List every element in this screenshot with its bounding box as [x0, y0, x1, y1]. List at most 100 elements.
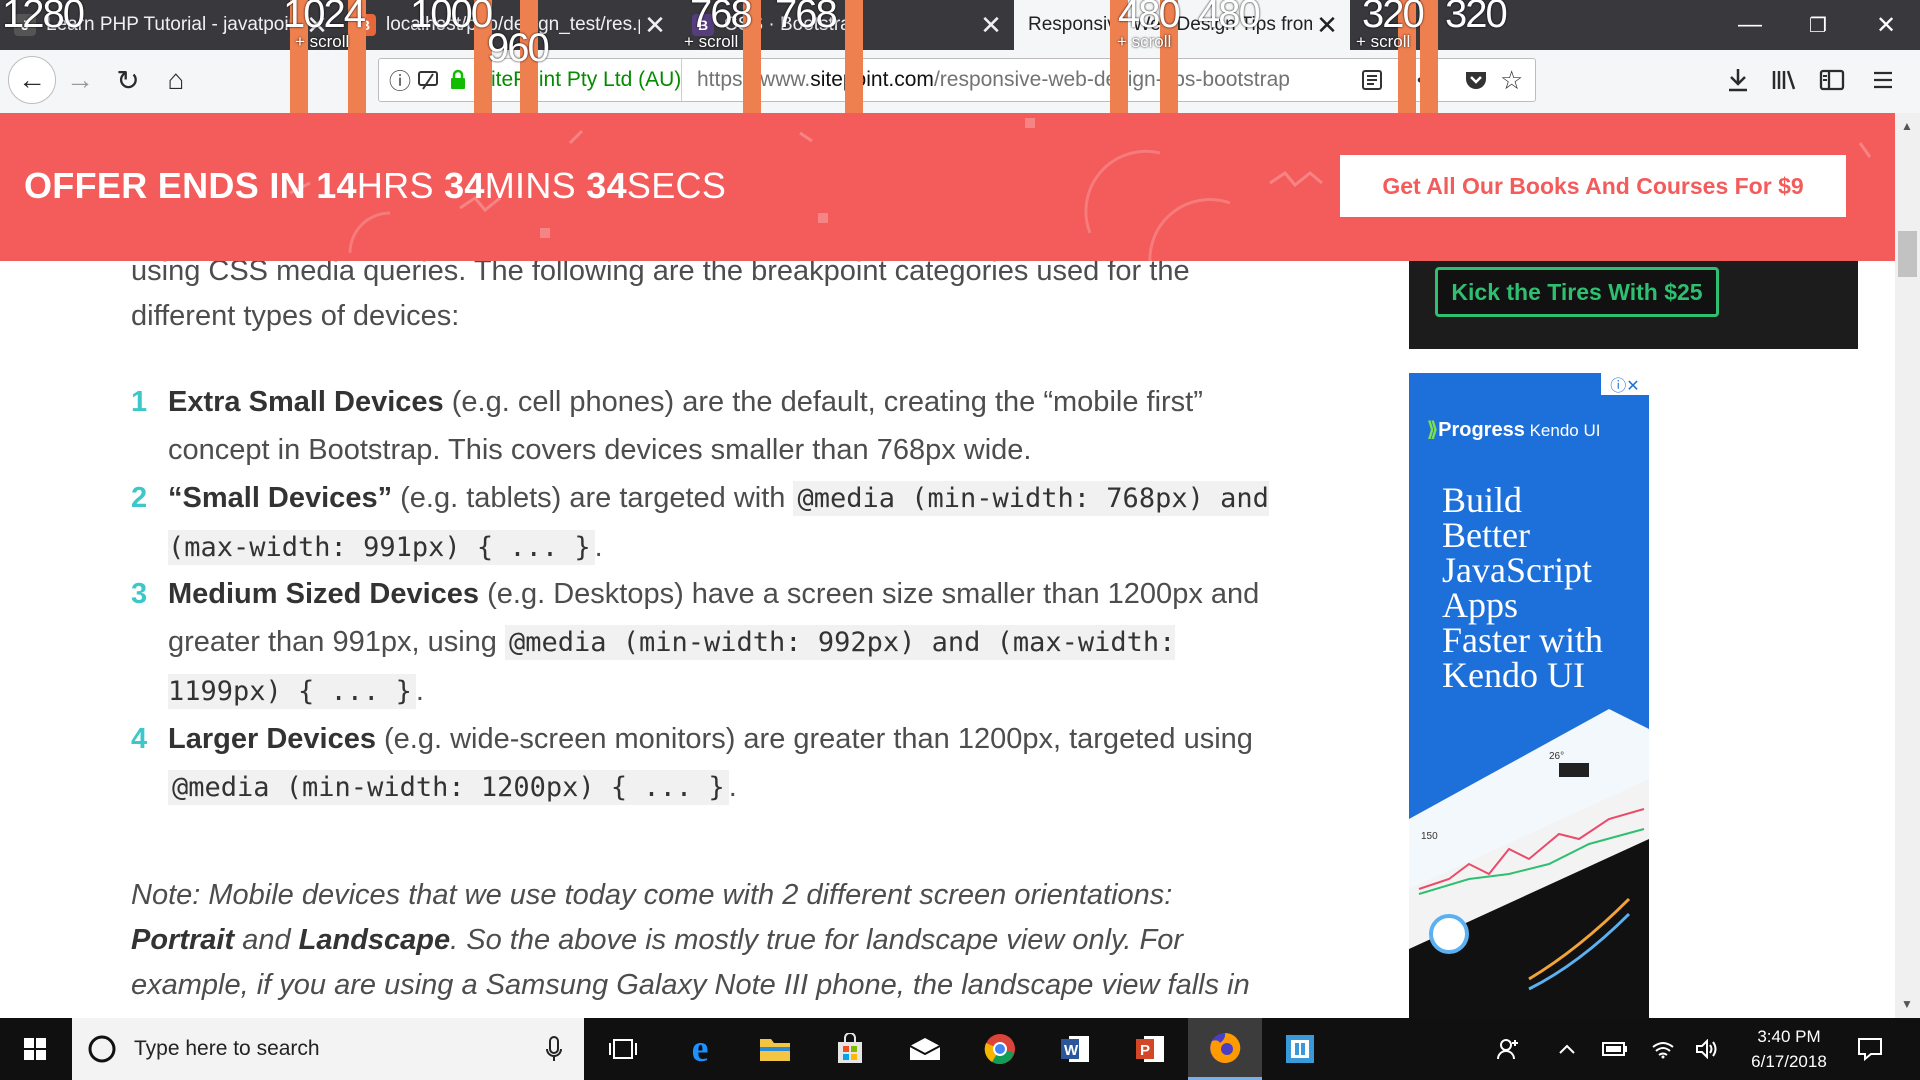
list-item-title: Extra Small Devices — [168, 386, 444, 418]
downloads-icon[interactable] — [1716, 58, 1760, 102]
battery-icon[interactable] — [1600, 1018, 1630, 1080]
url-bar[interactable]: ⓘ SitePoint Pty Ltd (AU) https://www.sit… — [378, 58, 1536, 102]
show-hidden-icons-chevron-icon[interactable] — [1552, 1018, 1582, 1080]
mail-icon[interactable] — [888, 1018, 962, 1080]
ruler-number: 1280 — [2, 0, 85, 36]
ruler-number: 480 — [1118, 0, 1181, 36]
ruler-number: 320 — [1445, 0, 1508, 36]
list-number: 1 — [131, 386, 148, 418]
action-center-icon[interactable] — [1850, 1018, 1890, 1080]
maximize-button[interactable]: ❐ — [1784, 0, 1852, 50]
pocket-icon[interactable] — [1464, 59, 1488, 101]
list-item: 4 Larger Devices (e.g. wide-screen monit… — [131, 715, 1271, 812]
list-item-title: “Small Devices” — [168, 482, 393, 514]
list-item-text: (e.g. wide-screen monitors) are greater … — [375, 723, 1253, 755]
ruler-scroll-label: + scroll — [295, 32, 350, 51]
permissions-icon[interactable] — [417, 59, 441, 101]
browser-nav-bar: ← → ↻ ⌂ ⓘ SitePoint Pty Ltd (AU) https:/… — [0, 50, 1920, 114]
tab-title: Learn PHP Tutorial - javatpoint — [46, 14, 302, 35]
ruler-number: 768 — [775, 0, 838, 36]
scroll-down-arrow-icon[interactable]: ▼ — [1901, 997, 1913, 1011]
people-icon[interactable] — [1488, 1018, 1528, 1080]
clock[interactable]: 3:40 PM 6/17/2018 — [1734, 1018, 1844, 1080]
windows-taskbar: Type here to search e W P 3:40 PM 6/17/2… — [0, 1018, 1920, 1080]
reload-button[interactable]: ↻ — [106, 58, 150, 102]
chrome-icon[interactable] — [963, 1018, 1037, 1080]
microphone-icon[interactable] — [544, 1035, 564, 1063]
offer-banner: OFFER ENDS IN 14HRS 34MINS 34SECS Get Al… — [0, 113, 1895, 261]
clock-time: 3:40 PM — [1757, 1027, 1821, 1046]
article-intro-paragraph: using CSS media queries. The following a… — [131, 261, 1190, 332]
svg-text:W: W — [1064, 1042, 1079, 1059]
close-window-button[interactable]: ✕ — [1852, 0, 1920, 50]
svg-text:P: P — [1140, 1042, 1150, 1059]
firefox-icon[interactable] — [1188, 1018, 1262, 1080]
ruler-number: 320 — [1362, 0, 1425, 36]
tab-sitepoint-active[interactable]: Responsive Web Design Tips from B ✕ — [1014, 0, 1350, 50]
bookmark-star-icon[interactable]: ☆ — [1500, 59, 1523, 101]
svg-text:150: 150 — [1421, 831, 1438, 842]
ad-brand: ⟫Progress Kendo UI — [1427, 419, 1601, 441]
adchoices-icon[interactable]: ⓘ✕ — [1601, 373, 1649, 395]
scroll-up-arrow-icon[interactable]: ▲ — [1901, 119, 1913, 133]
svg-text:26°: 26° — [1549, 751, 1564, 762]
powerpoint-icon[interactable]: P — [1113, 1018, 1187, 1080]
back-button[interactable]: ← — [8, 56, 56, 104]
search-placeholder: Type here to search — [134, 1037, 320, 1060]
list-number: 3 — [131, 578, 148, 610]
lock-icon — [449, 59, 467, 101]
scrollbar-thumb[interactable] — [1898, 231, 1917, 277]
list-number: 4 — [131, 723, 148, 755]
ruler-scroll-label: + scroll — [1117, 32, 1172, 51]
list-item-title: Larger Devices — [168, 723, 376, 755]
offer-cta-button[interactable]: Get All Our Books And Courses For $9 — [1340, 155, 1846, 217]
forward-button[interactable]: → — [58, 58, 102, 102]
ad-dashboard-illustration: 26° 150 — [1409, 709, 1649, 1018]
article-content: using CSS media queries. The following a… — [0, 261, 1895, 1018]
wifi-icon[interactable] — [1648, 1018, 1678, 1080]
tab-close-icon[interactable]: ✕ — [640, 10, 670, 41]
minimize-button[interactable]: — — [1716, 0, 1784, 50]
tab-close-icon[interactable]: ✕ — [1312, 10, 1342, 41]
page-scrollbar[interactable]: ▲ ▼ — [1895, 113, 1920, 1018]
store-icon[interactable] — [813, 1018, 887, 1080]
word-icon[interactable]: W — [1038, 1018, 1112, 1080]
edge-icon[interactable]: e — [663, 1018, 737, 1080]
list-item-text: (e.g. tablets) are targeted with — [392, 482, 794, 514]
sidebar-toggle-icon[interactable] — [1810, 58, 1854, 102]
app-window-icon[interactable] — [1263, 1018, 1337, 1080]
hamburger-menu-icon[interactable] — [1868, 58, 1898, 102]
clock-date: 6/17/2018 — [1751, 1052, 1827, 1071]
reader-view-icon[interactable] — [1361, 59, 1383, 101]
ruler-scroll-label: + scroll — [1356, 32, 1411, 51]
file-explorer-icon[interactable] — [738, 1018, 812, 1080]
offer-countdown: OFFER ENDS IN 14HRS 34MINS 34SECS — [24, 165, 727, 206]
ruler-number: 1000 — [410, 0, 493, 36]
library-icon[interactable] — [1762, 58, 1806, 102]
code-snippet: @media (min-width: 1200px) { ... } — [168, 770, 729, 805]
home-button[interactable]: ⌂ — [154, 58, 198, 102]
ruler-number: 960 — [487, 26, 550, 70]
url-text[interactable]: https://www.sitepoint.com/responsive-web… — [697, 59, 1290, 101]
ruler-number: 1024 — [283, 0, 366, 36]
ad-cta-button[interactable]: Kick the Tires With $25 — [1435, 267, 1719, 317]
task-view-icon[interactable] — [586, 1018, 660, 1080]
ruler-number: 480 — [1198, 0, 1261, 36]
list-item-title: Medium Sized Devices — [168, 578, 480, 610]
list-item: 1 Extra Small Devices (e.g. cell phones)… — [131, 378, 1271, 474]
sidebar-ad-banner[interactable]: Kick the Tires With $25 — [1409, 261, 1858, 349]
volume-icon[interactable] — [1692, 1018, 1722, 1080]
info-icon[interactable]: ⓘ — [389, 59, 411, 101]
ruler-stripe — [845, 0, 863, 113]
list-number: 2 — [131, 482, 148, 514]
kendo-ui-ad[interactable]: ⓘ✕ ⟫Progress Kendo UI Build Better JavaS… — [1409, 373, 1649, 1018]
tab-close-icon[interactable]: ✕ — [976, 10, 1006, 41]
note-paragraph: Note: Mobile devices that we use today c… — [131, 879, 1250, 1018]
start-button[interactable] — [0, 1018, 70, 1080]
ruler-scroll-label: + scroll — [684, 32, 739, 51]
list-item: 3 Medium Sized Devices (e.g. Desktops) h… — [131, 570, 1271, 716]
progress-logo-icon: ⟫ — [1427, 419, 1439, 441]
list-item: 2 “Small Devices” (e.g. tablets) are tar… — [131, 474, 1271, 572]
taskbar-search-box[interactable]: Type here to search — [72, 1018, 584, 1080]
cortana-icon — [88, 1035, 116, 1063]
